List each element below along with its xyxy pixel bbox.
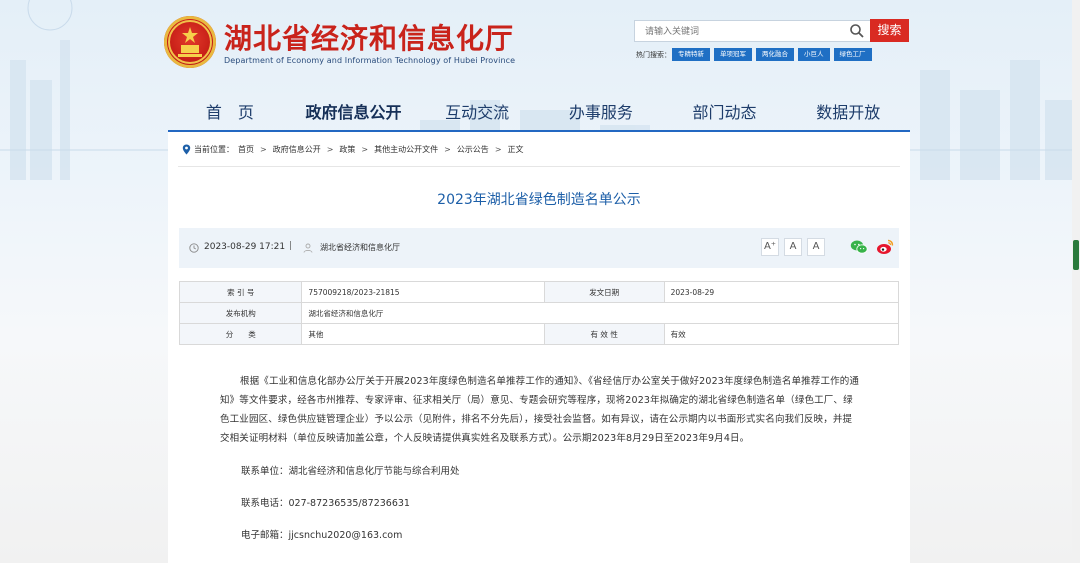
breadcrumb-separator: >: [326, 145, 334, 154]
info-separator: |: [289, 241, 293, 251]
weibo-share-icon[interactable]: [876, 238, 894, 255]
hot-search-label: 热门搜索：: [636, 51, 671, 59]
breadcrumb-item[interactable]: 首页: [238, 144, 254, 155]
search-input[interactable]: [643, 23, 847, 41]
article-title: 2023年湖北省绿色制造名单公示: [437, 192, 641, 208]
hot-search-tags: 专精特新 单项冠军 两化融合 小巨人 绿色工厂: [672, 48, 872, 61]
search-box: [634, 20, 872, 42]
scrollbar-thumb[interactable]: [1073, 240, 1079, 270]
nav-item-gov-info[interactable]: 政府信息公开: [292, 100, 416, 130]
article-paragraph: 根据《工业和信息化部办公厅关于开展2023年度绿色制造名单推荐工作的通知》、《省…: [220, 376, 860, 444]
breadcrumb-item[interactable]: 公示公告: [457, 144, 489, 155]
meta-label: 发文日期: [543, 281, 665, 303]
publish-source: 湖北省经济和信息化厅: [320, 243, 400, 252]
hot-tag[interactable]: 小巨人: [798, 48, 830, 61]
article-body: 根据《工业和信息化部办公厅关于开展2023年度绿色制造名单推荐工作的通知》、《省…: [220, 372, 860, 545]
breadcrumb: 当前位置： 首页 > 政府信息公开 > 政策 > 其他主动公开文件 > 公示公告…: [182, 144, 524, 155]
divider: [178, 166, 900, 167]
breadcrumb-item[interactable]: 政府信息公开: [273, 144, 321, 155]
meta-value: 有效: [663, 323, 900, 345]
meta-label: 分 类: [178, 323, 303, 345]
nav-item-services[interactable]: 办事服务: [539, 100, 663, 130]
page-scrollbar[interactable]: [1072, 0, 1080, 563]
meta-value: 757009218/2023-21815: [301, 281, 545, 303]
hot-tag[interactable]: 专精特新: [672, 48, 710, 61]
font-decrease-button[interactable]: A: [807, 238, 825, 256]
breadcrumb-separator: >: [260, 145, 267, 154]
table-row: 分 类 其他 有 效 性 有效: [178, 323, 900, 345]
site-title[interactable]: 湖北省经济和信息化厅: [224, 17, 514, 57]
source-icon: [303, 243, 313, 253]
nav-item-home[interactable]: 首 页: [168, 100, 292, 130]
breadcrumb-item: 正文: [507, 145, 524, 154]
location-pin-icon: [182, 144, 191, 155]
document-meta-table: 索 引 号 757009218/2023-21815 发文日期 2023-08-…: [178, 281, 900, 345]
breadcrumb-item[interactable]: 政策: [339, 144, 355, 155]
hot-tag[interactable]: 单项冠军: [714, 48, 752, 61]
contact-unit: 联系单位：湖北省经济和信息化厅节能与综合利用处: [241, 466, 460, 477]
font-increase-button[interactable]: A⁺: [761, 238, 779, 256]
search-icon[interactable]: [849, 23, 865, 39]
breadcrumb-label: 当前位置：: [194, 145, 234, 154]
table-row: 发布机构 湖北省经济和信息化厅: [178, 302, 899, 324]
breadcrumb-item[interactable]: 其他主动公开文件: [374, 144, 438, 155]
meta-value: 其他: [301, 323, 545, 345]
article-info-bar: 2023-08-29 17:21 | 湖北省经济和信息化厅 A⁺ A A: [179, 228, 899, 268]
breadcrumb-separator: >: [361, 145, 369, 154]
meta-value: 湖北省经济和信息化厅: [301, 302, 899, 324]
contact-phone: 联系电话：027-87236535/87236631: [241, 498, 410, 509]
meta-label: 有 效 性: [543, 323, 665, 345]
site-subtitle: Department of Economy and Information Te…: [224, 56, 516, 65]
national-emblem-icon: [164, 16, 216, 68]
publish-date: 2023-08-29 17:21: [204, 242, 286, 252]
breadcrumb-separator: >: [494, 145, 502, 154]
nav-item-news[interactable]: 部门动态: [663, 100, 787, 130]
contact-email: 电子邮箱：jjcsnchu2020@163.com: [241, 530, 403, 541]
hot-tag[interactable]: 两化融合: [756, 48, 794, 61]
clock-icon: [189, 243, 199, 253]
font-default-button[interactable]: A: [784, 238, 802, 256]
table-row: 索 引 号 757009218/2023-21815 发文日期 2023-08-…: [178, 281, 900, 303]
meta-label: 索 引 号: [178, 281, 303, 303]
breadcrumb-separator: >: [444, 145, 451, 154]
hot-tag[interactable]: 绿色工厂: [833, 48, 872, 61]
search-button[interactable]: 搜索: [870, 19, 909, 42]
nav-item-open-data[interactable]: 数据开放: [786, 100, 910, 130]
wechat-share-icon[interactable]: [850, 239, 868, 255]
nav-item-interaction[interactable]: 互动交流: [415, 100, 539, 130]
meta-value: 2023-08-29: [663, 281, 900, 303]
meta-label: 发布机构: [178, 302, 303, 324]
main-nav: 首 页 政府信息公开 互动交流 办事服务 部门动态 数据开放: [168, 100, 910, 130]
content-panel: 当前位置： 首页 > 政府信息公开 > 政策 > 其他主动公开文件 > 公示公告…: [168, 132, 910, 563]
